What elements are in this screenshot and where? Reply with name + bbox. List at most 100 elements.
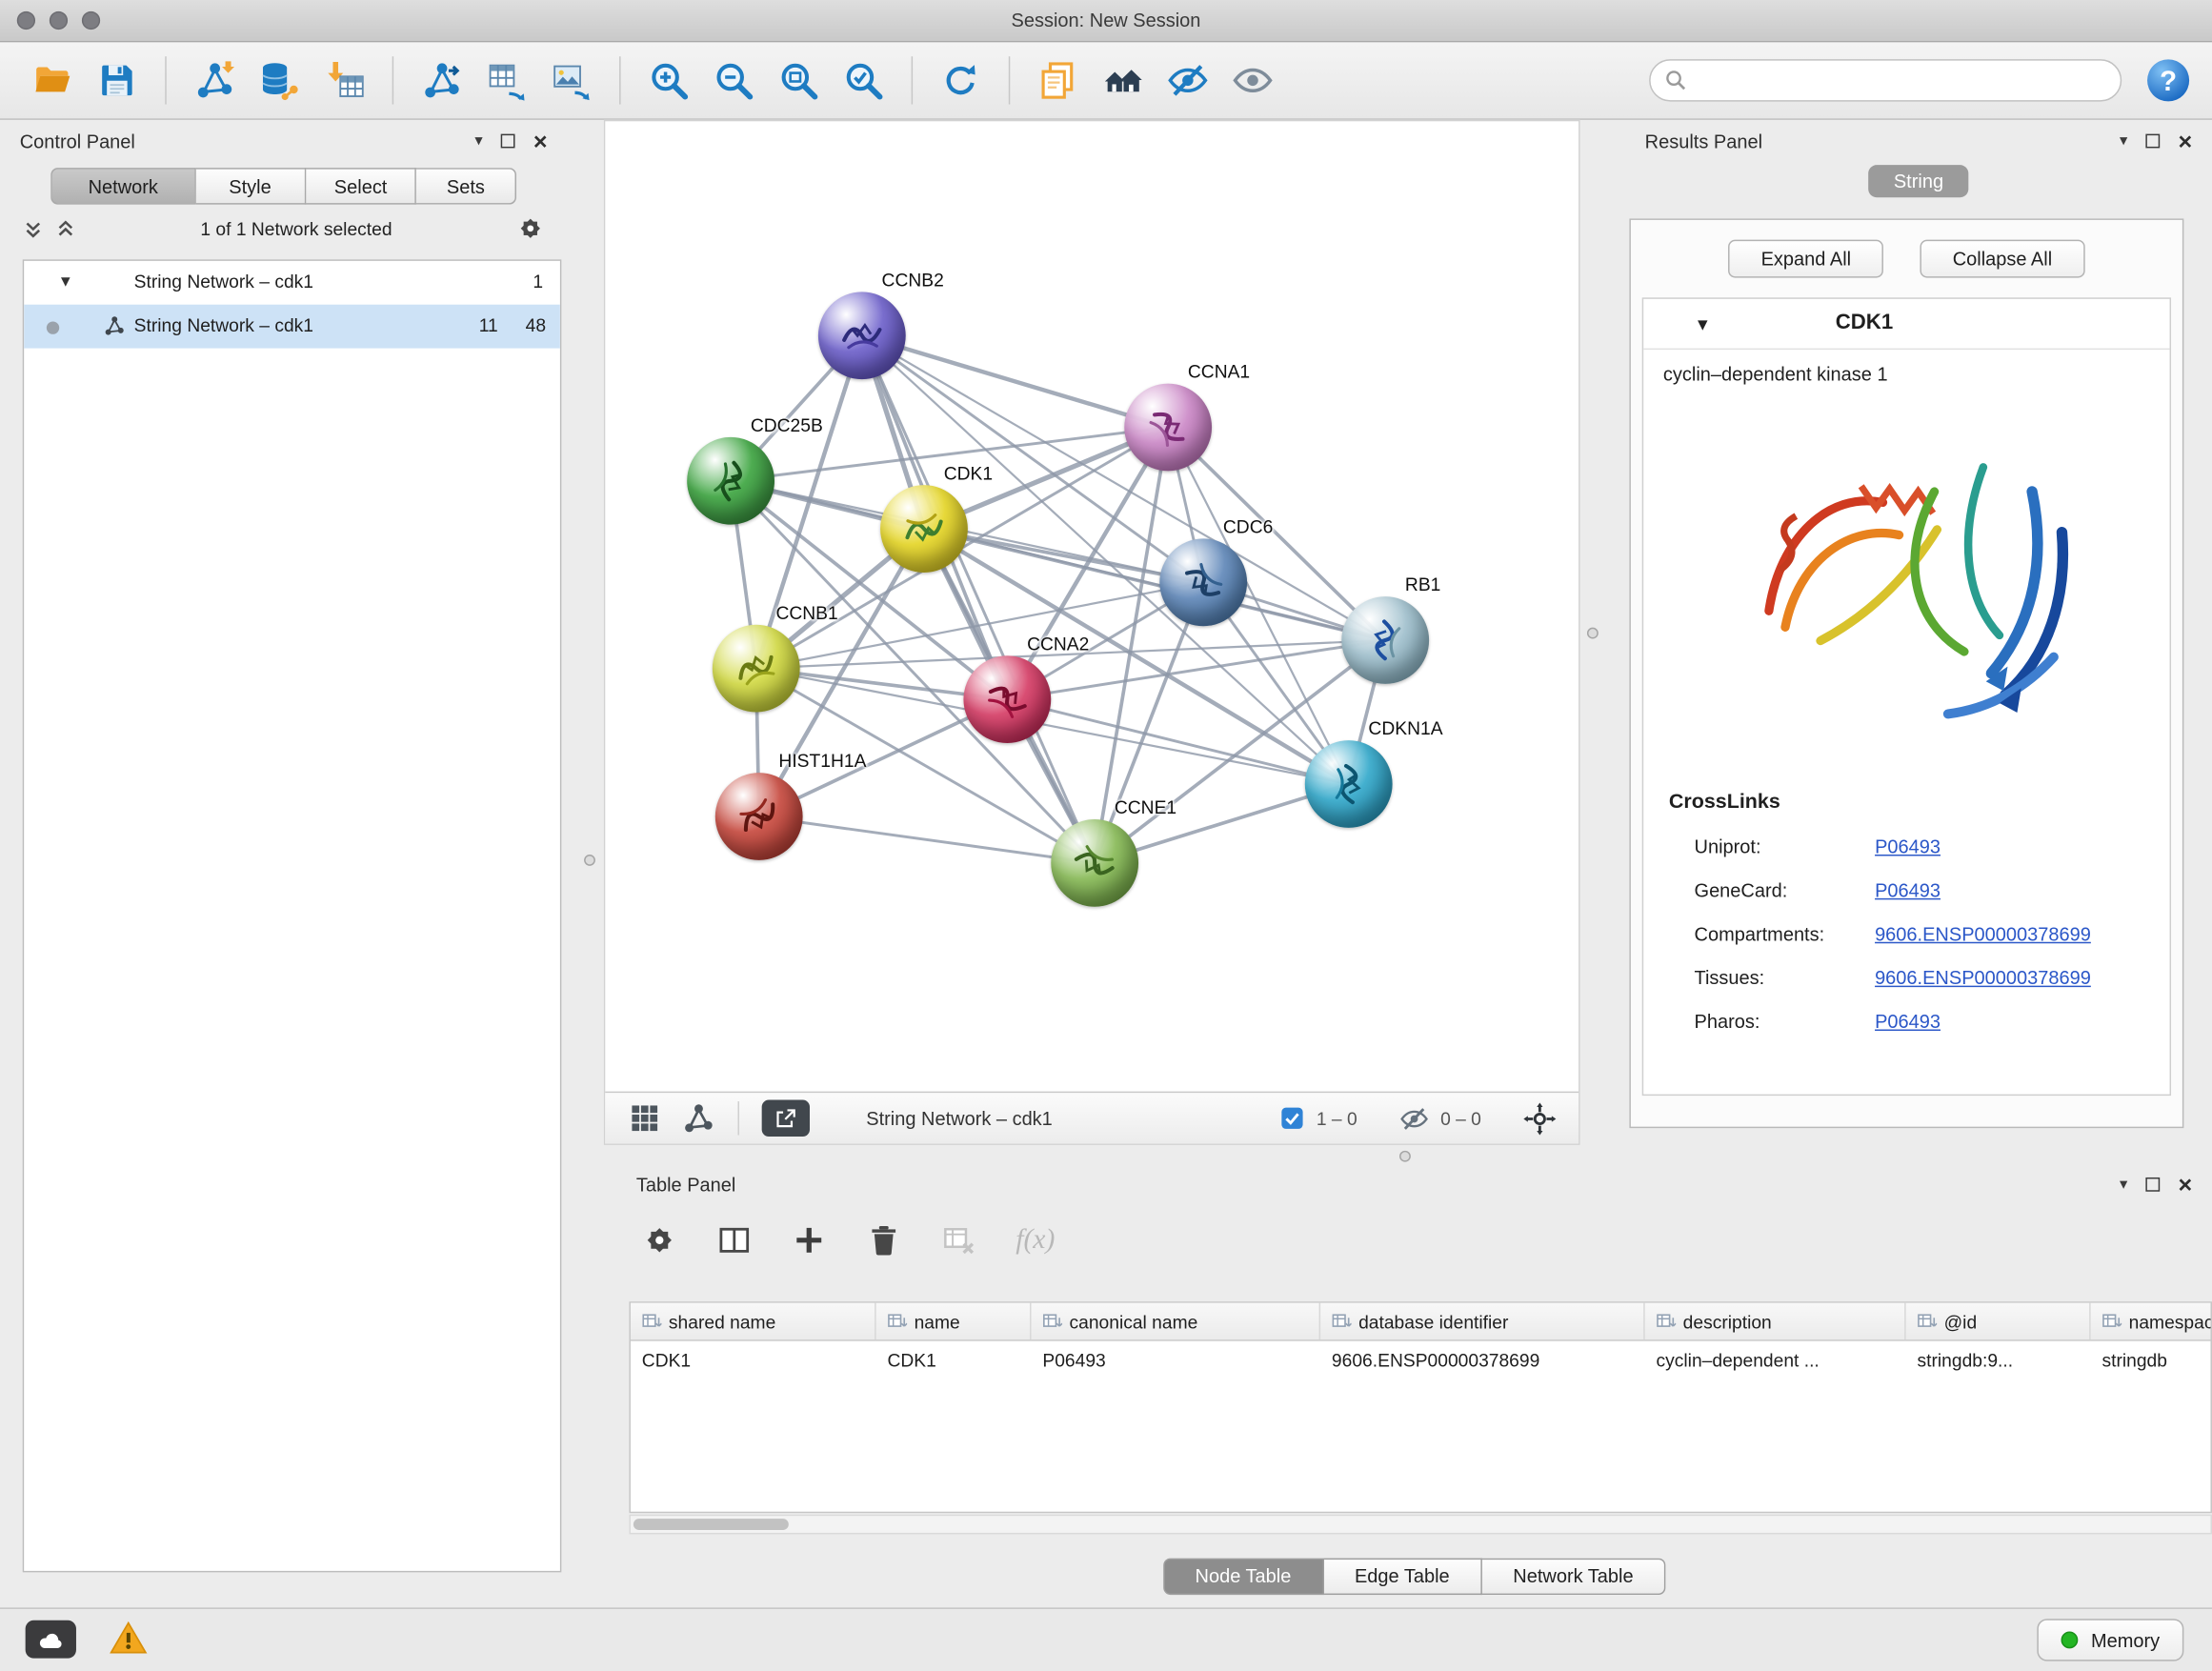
table-cell[interactable]: stringdb [2091, 1341, 2212, 1379]
column-header[interactable]: canonical name [1032, 1303, 1321, 1339]
table-cell[interactable]: stringdb:9... [1906, 1341, 2091, 1379]
panel-close-icon[interactable]: × [2179, 1173, 2193, 1197]
graph-node-cdkn1a[interactable] [1305, 740, 1393, 828]
grid-view-icon[interactable] [628, 1101, 662, 1136]
network-collection-row[interactable]: ▼ String Network – cdk1 1 [24, 261, 560, 305]
settings-gear-icon [642, 1222, 677, 1258]
delete-row-button[interactable] [866, 1222, 901, 1258]
graph-node-cdk1[interactable] [880, 485, 968, 573]
zoom-selected-button[interactable] [831, 50, 895, 110]
tab-style[interactable]: Style [195, 168, 306, 204]
search-box[interactable] [1649, 59, 2122, 101]
column-header[interactable]: namespace [2091, 1303, 2212, 1339]
expand-all-chevrons-icon[interactable] [55, 218, 76, 239]
function-builder-button[interactable]: f(x) [1016, 1223, 1055, 1256]
right-splitter-handle[interactable] [1587, 628, 1599, 639]
bottom-splitter-handle[interactable] [1399, 1151, 1411, 1162]
expand-all-button[interactable]: Expand All [1729, 240, 1884, 278]
crosslink-value-link[interactable]: P06493 [1875, 1011, 1941, 1032]
network-view-icon[interactable] [681, 1101, 715, 1136]
collapse-all-chevrons-icon[interactable] [23, 218, 44, 239]
duplicate-network-button[interactable] [1026, 50, 1091, 110]
network-canvas[interactable]: CCNB2 CCNA1 CDC25B CDK1 CDC6 RB1 CCNB1 C… [605, 121, 1579, 1091]
column-header[interactable]: name [876, 1303, 1032, 1339]
graph-node-ccne1[interactable] [1051, 819, 1138, 907]
selected-checkbox-icon[interactable] [1279, 1105, 1305, 1131]
panel-menu-icon[interactable]: ▾ [474, 133, 482, 149]
crosslink-value-link[interactable]: 9606.ENSP00000378699 [1875, 924, 2091, 945]
crosslink-value-link[interactable]: 9606.ENSP00000378699 [1875, 967, 2091, 988]
hide-selected-button[interactable] [1156, 50, 1220, 110]
graph-node-ccnb2[interactable] [818, 292, 906, 379]
table-cell[interactable]: CDK1 [876, 1341, 1032, 1379]
table-cell[interactable]: CDK1 [631, 1341, 876, 1379]
manage-columns-button[interactable] [716, 1222, 752, 1258]
crosslink-value-link[interactable]: P06493 [1875, 880, 1941, 901]
graph-node-rb1[interactable] [1341, 596, 1429, 684]
panel-float-icon[interactable] [2145, 1178, 2160, 1192]
show-all-button[interactable] [1220, 50, 1285, 110]
import-network-file-button[interactable] [182, 50, 247, 110]
import-table-file-button[interactable] [312, 50, 376, 110]
zoom-fit-button[interactable] [766, 50, 831, 110]
column-header[interactable]: database identifier [1320, 1303, 1645, 1339]
open-session-button[interactable] [20, 50, 85, 110]
tab-sets[interactable]: Sets [416, 168, 516, 204]
left-splitter-handle[interactable] [584, 855, 595, 866]
panel-close-icon[interactable]: × [533, 129, 548, 152]
panel-menu-icon[interactable]: ▾ [2120, 1177, 2127, 1192]
table-horizontal-scrollbar[interactable] [629, 1515, 2212, 1535]
network-row-selected[interactable]: String Network – cdk1 11 48 [24, 305, 560, 349]
memory-button[interactable]: Memory [2038, 1619, 2184, 1661]
panel-menu-icon[interactable]: ▾ [2120, 133, 2127, 149]
save-session-button[interactable] [85, 50, 150, 110]
panel-float-icon[interactable] [2145, 134, 2160, 149]
graph-node-cdc6[interactable] [1159, 538, 1247, 626]
scrollbar-thumb[interactable] [633, 1519, 789, 1530]
export-table-button[interactable] [474, 50, 539, 110]
delete-table-button[interactable] [941, 1222, 976, 1258]
search-input[interactable] [1697, 70, 2105, 91]
tab-network-table[interactable]: Network Table [1482, 1559, 1666, 1595]
settings-gear-button[interactable] [642, 1222, 677, 1258]
hidden-eye-icon[interactable] [1399, 1103, 1429, 1133]
graph-node-ccna1[interactable] [1124, 384, 1212, 472]
graph-node-ccna2[interactable] [963, 655, 1051, 743]
tab-edge-table[interactable]: Edge Table [1323, 1559, 1481, 1595]
panel-float-icon[interactable] [501, 134, 515, 149]
cloud-button[interactable] [26, 1621, 76, 1659]
export-network-button[interactable] [409, 50, 473, 110]
table-cell[interactable]: 9606.ENSP00000378699 [1320, 1341, 1645, 1379]
column-header[interactable]: shared name [631, 1303, 876, 1339]
update-network-button[interactable] [928, 50, 993, 110]
collapse-all-button[interactable]: Collapse All [1920, 240, 2085, 278]
export-image-button[interactable] [539, 50, 604, 110]
table-cell[interactable]: P06493 [1032, 1341, 1321, 1379]
import-network-database-button[interactable] [247, 50, 312, 110]
column-header[interactable]: description [1645, 1303, 1906, 1339]
zoom-out-icon [713, 59, 754, 101]
zoom-out-button[interactable] [701, 50, 766, 110]
add-row-button[interactable] [792, 1222, 827, 1258]
graph-node-cdc25b[interactable] [687, 437, 774, 525]
graph-node-hist1h1a[interactable] [715, 773, 803, 860]
open-in-new-window-button[interactable] [762, 1100, 810, 1137]
table-cell[interactable]: cyclin–dependent ... [1645, 1341, 1906, 1379]
tab-network[interactable]: Network [50, 168, 195, 204]
protein-section-header[interactable]: ▼ CDK1 [1643, 299, 2169, 350]
warning-button[interactable] [108, 1619, 150, 1658]
crosslink-value-link[interactable]: P06493 [1875, 836, 1941, 857]
column-header[interactable]: @id [1906, 1303, 2091, 1339]
tab-node-table[interactable]: Node Table [1162, 1559, 1323, 1595]
first-neighbors-button[interactable] [1091, 50, 1156, 110]
tab-select[interactable]: Select [306, 168, 416, 204]
panel-close-icon[interactable]: × [2179, 129, 2193, 152]
tab-string[interactable]: String [1868, 165, 1969, 197]
fit-content-crosshair-icon[interactable] [1523, 1102, 1556, 1135]
table-row[interactable]: CDK1CDK1P064939606.ENSP00000378699cyclin… [631, 1341, 2212, 1379]
tree-expand-icon[interactable]: ▼ [58, 273, 73, 291]
zoom-in-button[interactable] [636, 50, 701, 110]
graph-node-ccnb1[interactable] [713, 625, 800, 713]
help-button[interactable]: ? [2144, 56, 2192, 104]
options-gear-icon[interactable] [516, 214, 545, 243]
